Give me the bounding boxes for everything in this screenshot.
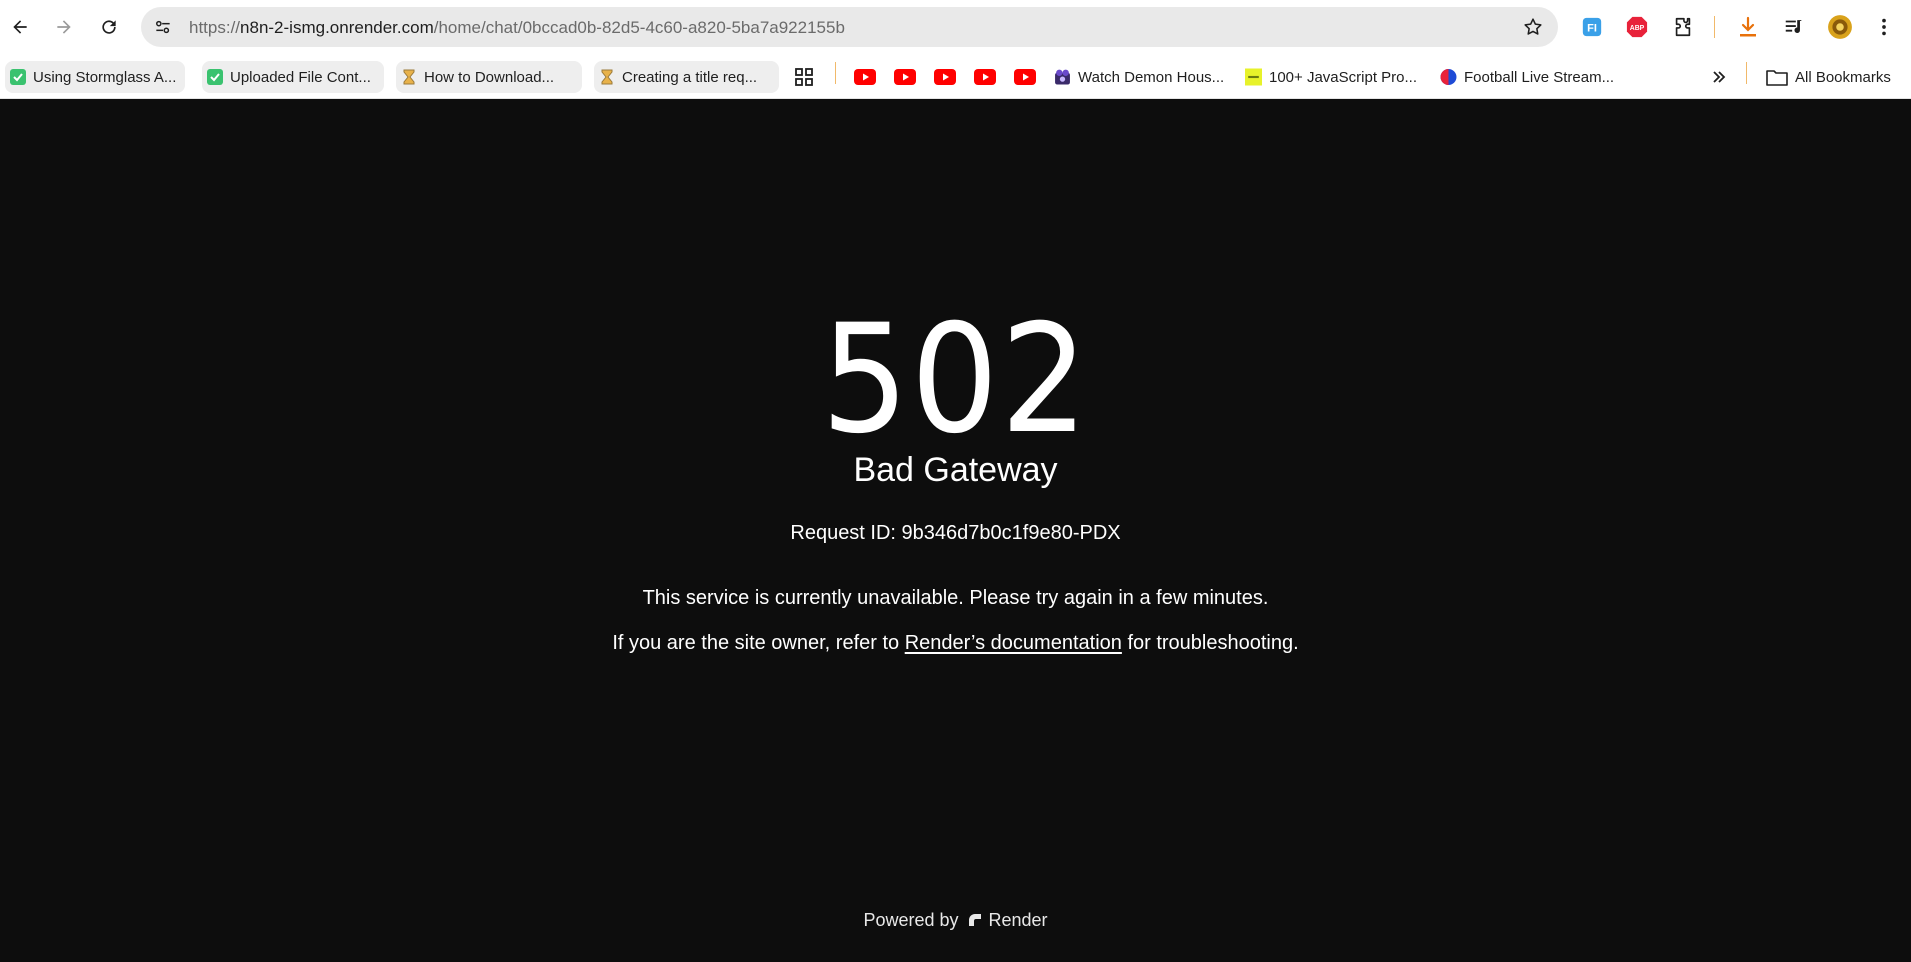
reload-button[interactable] [93,11,125,43]
unavailable-message: This service is currently unavailable. P… [642,587,1269,609]
bookmark-item[interactable]: Using Stormglass A... [5,61,185,93]
bookmark-item[interactable]: 100+ JavaScript Pro... [1241,61,1423,93]
address-bar[interactable]: https://n8n-2-ismg.onrender.com/home/cha… [141,7,1558,47]
arrow-left-icon [13,20,27,34]
download-icon[interactable] [1734,13,1762,41]
back-button[interactable] [4,11,36,43]
reload-icon [102,20,116,34]
bookmark-item[interactable]: How to Download... [396,61,582,93]
youtube-icon [854,69,876,85]
menu-kebab-icon[interactable] [1870,13,1898,41]
owner-message-prefix: If you are the site owner, refer to [612,632,905,654]
extension-fi-icon[interactable]: FI [1578,13,1606,41]
error-page: 502 Bad Gateway Request ID: 9b346d7b0c1f… [0,100,1911,962]
bookmark-label: 100+ JavaScript Pro... [1269,68,1417,86]
powered-by-footer: Powered by Render [0,908,1911,932]
bookmark-star-icon[interactable] [1522,16,1544,38]
all-bookmarks-button[interactable]: All Bookmarks [1762,61,1897,93]
youtube-bookmark[interactable] [970,61,1002,93]
apps-grid-button[interactable] [790,61,820,93]
youtube-bookmark[interactable] [850,61,882,93]
owner-message-suffix: for troubleshooting. [1121,632,1299,654]
youtube-bookmark[interactable] [890,61,922,93]
render-brand[interactable]: Render [967,908,1048,932]
apps-grid-icon [795,68,813,86]
green-check-icon [206,69,223,86]
forward-button[interactable] [48,11,80,43]
browser-toolbar: https://n8n-2-ismg.onrender.com/home/cha… [0,0,1911,54]
hourglass-icon [598,69,615,86]
youtube-bookmark[interactable] [1010,61,1042,93]
more-bookmarks-button[interactable] [1707,61,1733,93]
url-host: n8n-2-ismg.onrender.com [240,18,434,37]
error-code: 502 [821,293,1090,467]
render-logo-icon [968,914,981,926]
bookmark-label: Watch Demon Hous... [1078,68,1225,86]
bookmark-label: Uploaded File Cont... [230,68,371,86]
svg-text:ABP: ABP [1630,25,1645,32]
url-path: /home/chat/0bccad0b-82d5-4c60-a820-5ba7a… [433,18,845,37]
bookmark-item[interactable]: Football Live Stream... [1436,61,1620,93]
arrow-right-icon [57,20,71,34]
youtube-icon [894,69,916,85]
url-text[interactable]: https://n8n-2-ismg.onrender.com/home/cha… [189,18,845,38]
bookmark-item[interactable]: Uploaded File Cont... [202,61,384,93]
youtube-bookmark[interactable] [930,61,962,93]
adblock-plus-icon[interactable]: ABP [1623,13,1651,41]
media-playlist-icon[interactable] [1780,13,1808,41]
url-prefix: https:// [189,18,241,37]
bookmark-label: Football Live Stream... [1464,68,1615,86]
bookmarks-bar: Using Stormglass A... Uploaded File Cont… [0,54,1911,99]
hourglass-icon [400,69,417,86]
svg-text:FI: FI [1587,23,1597,35]
bookmark-item[interactable]: Watch Demon Hous... [1050,61,1230,93]
youtube-icon [974,69,996,85]
owner-message: If you are the site owner, refer to Rend… [0,630,1911,656]
site-info-button[interactable] [149,13,177,41]
film-icon [1054,69,1071,86]
all-bookmarks-label: All Bookmarks [1795,68,1891,86]
red-blue-circle-icon [1440,69,1457,86]
bookmark-item[interactable]: Creating a title req... [594,61,779,93]
youtube-icon [934,69,956,85]
render-documentation-link[interactable]: Render’s documentation [905,632,1122,654]
bookmark-label: How to Download... [424,68,555,86]
bookmark-label: Creating a title req... [622,68,758,86]
bookmark-divider [835,62,836,84]
chevron-double-right-icon [1713,71,1726,83]
green-check-icon [9,69,26,86]
yellow-square-icon [1245,68,1262,86]
youtube-icon [1014,69,1036,85]
render-brand-label: Render [988,910,1048,930]
folder-icon [1766,69,1788,86]
powered-by-label: Powered by [863,910,959,930]
request-id: Request ID: 9b346d7b0c1f9e80-PDX [790,522,1121,544]
toolbar-divider [1714,16,1715,38]
bookmark-divider [1746,62,1747,84]
bookmark-label: Using Stormglass A... [33,68,177,86]
extensions-puzzle-icon[interactable] [1669,13,1697,41]
error-status: Bad Gateway [853,451,1058,489]
profile-avatar-icon[interactable] [1826,13,1854,41]
tune-icon [156,20,170,34]
